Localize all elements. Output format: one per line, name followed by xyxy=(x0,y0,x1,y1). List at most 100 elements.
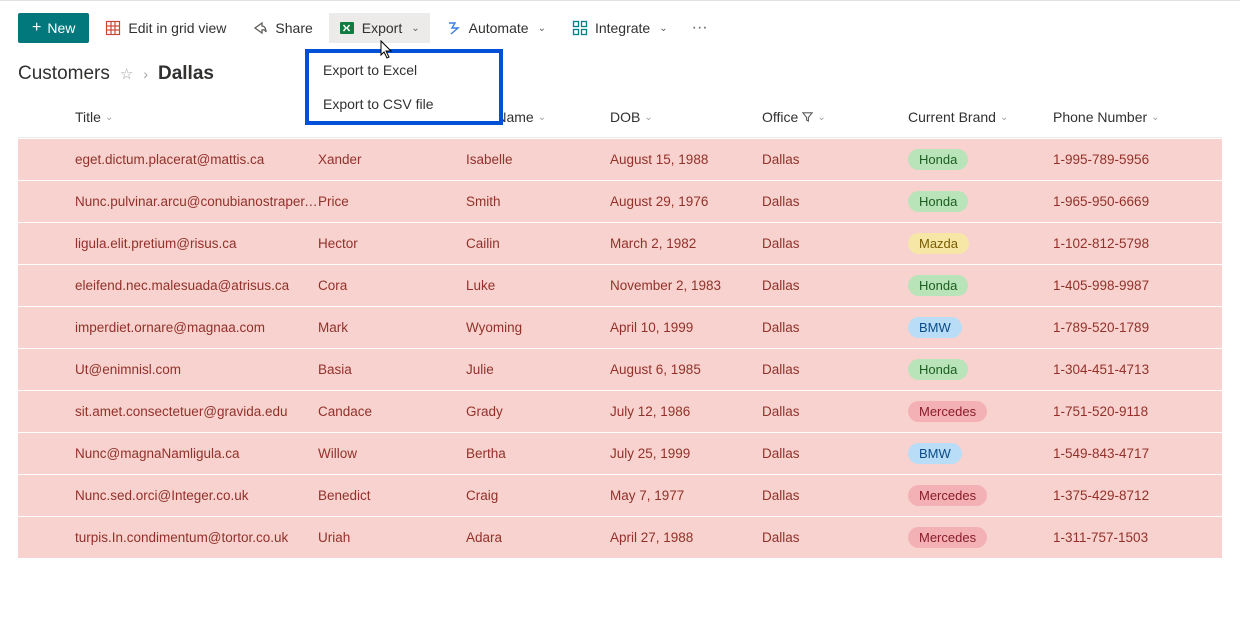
cell-office: Dallas xyxy=(762,194,908,209)
cell-phone: 1-102-812-5798 xyxy=(1053,236,1222,251)
cell-dob: August 15, 1988 xyxy=(610,152,762,167)
table-row[interactable]: sit.amet.consectetuer@gravida.eduCandace… xyxy=(18,390,1222,432)
cell-title[interactable]: Ut@enimnisl.com xyxy=(18,362,318,377)
more-actions-button[interactable]: ··· xyxy=(684,19,716,37)
cell-title[interactable]: ligula.elit.pretium@risus.ca xyxy=(18,236,318,251)
cell-phone: 1-995-789-5956 xyxy=(1053,152,1222,167)
cell-dob: March 2, 1982 xyxy=(610,236,762,251)
column-header-dob[interactable]: DOB ⌄ xyxy=(610,109,762,125)
cell-last-name: Luke xyxy=(466,278,610,293)
cell-dob: May 7, 1977 xyxy=(610,488,762,503)
integrate-button[interactable]: Integrate ⌄ xyxy=(562,13,678,43)
column-header-current-brand[interactable]: Current Brand ⌄ xyxy=(908,109,1053,125)
new-button[interactable]: + New xyxy=(18,13,89,43)
cell-title[interactable]: eget.dictum.placerat@mattis.ca xyxy=(18,152,318,167)
cell-title[interactable]: Nunc.pulvinar.arcu@conubianostraper.edu xyxy=(18,194,318,209)
cell-brand: BMW xyxy=(908,443,1053,464)
edit-in-grid-label: Edit in grid view xyxy=(128,20,226,36)
grid-icon xyxy=(105,20,121,36)
cell-phone: 1-304-451-4713 xyxy=(1053,362,1222,377)
chevron-down-icon: ⌄ xyxy=(105,112,113,123)
data-grid: Title ⌄ First Name ⌄ Last Name ⌄ DOB ⌄ O… xyxy=(0,99,1240,558)
column-header-office[interactable]: Office ⌄ xyxy=(762,109,908,125)
share-label: Share xyxy=(275,20,312,36)
cell-office: Dallas xyxy=(762,362,908,377)
table-row[interactable]: Nunc.pulvinar.arcu@conubianostraper.eduP… xyxy=(18,180,1222,222)
cell-last-name: Cailin xyxy=(466,236,610,251)
chevron-down-icon: ⌄ xyxy=(411,23,419,34)
cell-dob: August 6, 1985 xyxy=(610,362,762,377)
cell-title[interactable]: turpis.In.condimentum@tortor.co.uk xyxy=(18,530,318,545)
cell-brand: Mercedes xyxy=(908,527,1053,548)
integrate-icon xyxy=(572,20,588,36)
table-row[interactable]: Nunc@magnaNamligula.caWillowBerthaJuly 2… xyxy=(18,432,1222,474)
cell-dob: July 12, 1986 xyxy=(610,404,762,419)
column-label: Title xyxy=(75,109,101,125)
table-row[interactable]: eleifend.nec.malesuada@atrisus.caCoraLuk… xyxy=(18,264,1222,306)
column-header-title[interactable]: Title ⌄ xyxy=(18,109,318,125)
automate-button[interactable]: Automate ⌄ xyxy=(436,13,556,43)
cell-first-name: Cora xyxy=(318,278,466,293)
cell-phone: 1-375-429-8712 xyxy=(1053,488,1222,503)
automate-label: Automate xyxy=(469,20,529,36)
cell-title[interactable]: imperdiet.ornare@magnaa.com xyxy=(18,320,318,335)
edit-in-grid-button[interactable]: Edit in grid view xyxy=(95,13,236,43)
cell-brand: Mercedes xyxy=(908,485,1053,506)
cell-last-name: Adara xyxy=(466,530,610,545)
share-button[interactable]: Share xyxy=(242,13,322,43)
cell-first-name: Willow xyxy=(318,446,466,461)
brand-pill: Honda xyxy=(908,149,968,170)
cell-first-name: Hector xyxy=(318,236,466,251)
export-to-excel-item[interactable]: Export to Excel xyxy=(309,53,499,87)
cell-dob: April 10, 1999 xyxy=(610,320,762,335)
brand-pill: Mercedes xyxy=(908,485,987,506)
cell-first-name: Xander xyxy=(318,152,466,167)
table-row[interactable]: Nunc.sed.orci@Integer.co.ukBenedictCraig… xyxy=(18,474,1222,516)
table-row[interactable]: imperdiet.ornare@magnaa.comMarkWyomingAp… xyxy=(18,306,1222,348)
brand-pill: Mercedes xyxy=(908,527,987,548)
cell-last-name: Isabelle xyxy=(466,152,610,167)
cell-office: Dallas xyxy=(762,320,908,335)
grid-header-row: Title ⌄ First Name ⌄ Last Name ⌄ DOB ⌄ O… xyxy=(18,99,1222,138)
breadcrumb: Customers ☆ › Dallas xyxy=(0,55,1240,99)
cell-phone: 1-405-998-9987 xyxy=(1053,278,1222,293)
cell-brand: Mazda xyxy=(908,233,1053,254)
favorite-star-icon[interactable]: ☆ xyxy=(120,65,133,83)
cell-title[interactable]: Nunc@magnaNamligula.ca xyxy=(18,446,318,461)
list-title[interactable]: Customers xyxy=(18,63,110,85)
cell-phone: 1-549-843-4717 xyxy=(1053,446,1222,461)
grid-body: eget.dictum.placerat@mattis.caXanderIsab… xyxy=(18,138,1222,558)
chevron-down-icon: ⌄ xyxy=(538,23,546,34)
cell-last-name: Wyoming xyxy=(466,320,610,335)
brand-pill: BMW xyxy=(908,443,962,464)
cell-title[interactable]: sit.amet.consectetuer@gravida.edu xyxy=(18,404,318,419)
cell-brand: BMW xyxy=(908,317,1053,338)
cell-brand: Mercedes xyxy=(908,401,1053,422)
export-button[interactable]: Export ⌄ xyxy=(329,13,430,43)
brand-pill: Honda xyxy=(908,359,968,380)
column-header-phone[interactable]: Phone Number ⌄ xyxy=(1053,109,1222,125)
column-label: Office xyxy=(762,109,798,125)
brand-pill: Mazda xyxy=(908,233,969,254)
cell-title[interactable]: eleifend.nec.malesuada@atrisus.ca xyxy=(18,278,318,293)
cell-title[interactable]: Nunc.sed.orci@Integer.co.uk xyxy=(18,488,318,503)
table-row[interactable]: eget.dictum.placerat@mattis.caXanderIsab… xyxy=(18,138,1222,180)
cell-last-name: Bertha xyxy=(466,446,610,461)
table-row[interactable]: Ut@enimnisl.comBasiaJulieAugust 6, 1985D… xyxy=(18,348,1222,390)
excel-icon xyxy=(339,20,355,36)
cell-last-name: Julie xyxy=(466,362,610,377)
cell-dob: July 25, 1999 xyxy=(610,446,762,461)
share-icon xyxy=(252,20,268,36)
brand-pill: BMW xyxy=(908,317,962,338)
cell-first-name: Basia xyxy=(318,362,466,377)
breadcrumb-separator-icon: › xyxy=(143,66,148,82)
chevron-down-icon: ⌄ xyxy=(817,112,825,123)
export-to-csv-item[interactable]: Export to CSV file xyxy=(309,87,499,121)
plus-icon: + xyxy=(32,20,41,36)
cell-office: Dallas xyxy=(762,236,908,251)
cell-phone: 1-789-520-1789 xyxy=(1053,320,1222,335)
table-row[interactable]: turpis.In.condimentum@tortor.co.ukUriahA… xyxy=(18,516,1222,558)
brand-pill: Mercedes xyxy=(908,401,987,422)
table-row[interactable]: ligula.elit.pretium@risus.caHectorCailin… xyxy=(18,222,1222,264)
cell-office: Dallas xyxy=(762,278,908,293)
